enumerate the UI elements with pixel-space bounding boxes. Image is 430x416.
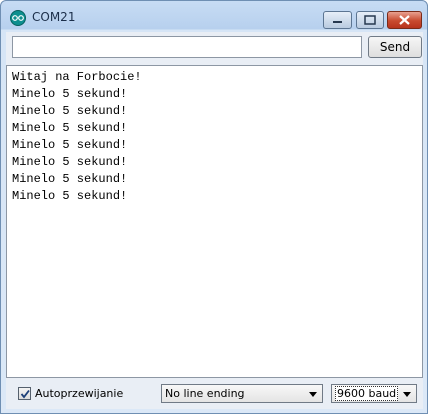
output-line: Minelo 5 sekund! (12, 138, 128, 152)
output-line: Witaj na Forbocie! (12, 70, 142, 84)
title-bar[interactable]: COM21 (1, 1, 429, 31)
autoscroll-label[interactable]: Autoprzewijanie (35, 387, 123, 400)
output-lines: Witaj na Forbocie! Minelo 5 sekund! Mine… (12, 69, 142, 205)
baud-rate-value: 9600 baud (335, 386, 399, 401)
output-line: Minelo 5 sekund! (12, 87, 128, 101)
close-icon (399, 15, 410, 25)
footer-bar: Autoprzewijanie No line ending 9600 baud (6, 378, 423, 409)
minimize-button[interactable] (323, 11, 352, 29)
chevron-down-icon (403, 392, 411, 397)
output-line: Minelo 5 sekund! (12, 189, 128, 203)
baud-rate-select[interactable]: 9600 baud (331, 384, 417, 403)
window-title: COM21 (32, 10, 76, 24)
close-button[interactable] (387, 11, 422, 29)
send-row: Send (6, 32, 423, 62)
chevron-down-icon (309, 392, 317, 397)
output-line: Minelo 5 sekund! (12, 155, 128, 169)
line-ending-value: No line ending (165, 387, 245, 400)
autoscroll-checkbox[interactable] (18, 387, 31, 400)
output-line: Minelo 5 sekund! (12, 104, 128, 118)
maximize-button[interactable] (356, 11, 384, 29)
serial-output[interactable]: Witaj na Forbocie! Minelo 5 sekund! Mine… (6, 65, 423, 378)
output-line: Minelo 5 sekund! (12, 172, 128, 186)
maximize-icon (364, 15, 376, 25)
serial-monitor-window: COM21 Send Witaj na Forbocie! Minelo 5 s… (0, 0, 428, 414)
client-area: Send Witaj na Forbocie! Minelo 5 sekund!… (6, 32, 423, 409)
checkmark-icon (20, 389, 30, 399)
send-button[interactable]: Send (368, 36, 422, 58)
arduino-icon (10, 10, 26, 26)
output-line: Minelo 5 sekund! (12, 121, 128, 135)
line-ending-select[interactable]: No line ending (161, 384, 323, 403)
send-input[interactable] (12, 36, 362, 58)
minimize-icon (333, 21, 342, 23)
